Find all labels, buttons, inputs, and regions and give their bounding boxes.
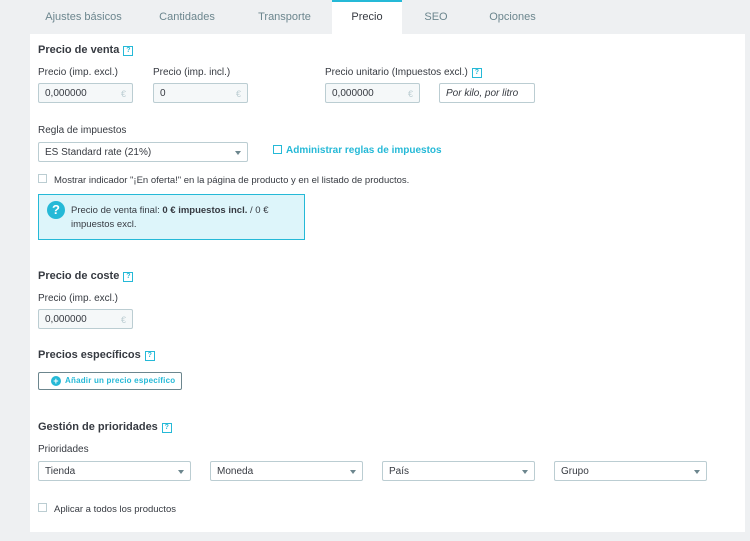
- priority-select-1[interactable]: Tienda: [38, 461, 191, 481]
- cost-price-title: Precio de coste: [38, 270, 120, 282]
- chevron-down-icon: [522, 470, 528, 474]
- price-tax-incl-value: 0: [160, 88, 166, 99]
- sale-price-heading: Precio de venta?: [38, 44, 134, 56]
- apply-all-label: Aplicar a todos los productos: [54, 504, 176, 515]
- final-price-text: Precio de venta final: 0 € impuestos inc…: [71, 204, 296, 232]
- price-tax-excl-label: Precio (imp. excl.): [38, 67, 119, 78]
- price-tax-incl-input[interactable]: 0 €: [153, 83, 248, 103]
- on-sale-checkbox-row[interactable]: Mostrar indicador "¡En oferta!" en la pá…: [38, 174, 409, 186]
- on-sale-checkbox[interactable]: [38, 174, 47, 183]
- priority-select-4[interactable]: Grupo: [554, 461, 707, 481]
- price-panel: Precio de venta? Precio (imp. excl.) 0,0…: [30, 34, 745, 532]
- price-tax-incl-label: Precio (imp. incl.): [153, 67, 231, 78]
- final-price-incl: 0 € impuestos incl.: [162, 205, 248, 216]
- price-tax-excl-value: 0,000000: [45, 88, 87, 99]
- tab-opciones[interactable]: Opciones: [470, 0, 555, 34]
- specific-prices-heading: Precios específicos?: [38, 349, 155, 361]
- apply-all-checkbox-row[interactable]: Aplicar a todos los productos: [38, 503, 176, 515]
- manage-tax-rules-text: Administrar reglas de impuestos: [286, 145, 442, 156]
- unit-price-heading: Precio unitario (Impuestos excl.)?: [325, 67, 482, 78]
- sale-price-title: Precio de venta: [38, 44, 120, 56]
- tab-precio[interactable]: Precio: [332, 0, 402, 35]
- add-specific-price-label: Añadir un precio específico: [65, 376, 176, 385]
- priority-select-value: País: [389, 466, 410, 477]
- tax-rule-select[interactable]: ES Standard rate (21%): [38, 142, 248, 162]
- specific-prices-title: Precios específicos: [38, 349, 141, 361]
- priorities-title: Gestión de prioridades: [38, 421, 158, 433]
- help-icon[interactable]: ?: [144, 351, 155, 361]
- help-icon[interactable]: ?: [123, 46, 134, 56]
- tab-cantidades[interactable]: Cantidades: [137, 0, 237, 34]
- help-icon[interactable]: ?: [471, 68, 482, 78]
- external-link-icon: [273, 145, 282, 154]
- unit-price-value: 0,000000: [332, 88, 374, 99]
- help-icon[interactable]: ?: [161, 423, 172, 433]
- plus-circle-icon: +: [51, 376, 61, 386]
- add-specific-price-button[interactable]: + Añadir un precio específico: [38, 372, 182, 390]
- currency-symbol: €: [235, 89, 241, 99]
- tab-transporte[interactable]: Transporte: [237, 0, 332, 34]
- chevron-down-icon: [178, 470, 184, 474]
- unit-price-input[interactable]: 0,000000 €: [325, 83, 420, 103]
- chevron-down-icon: [350, 470, 356, 474]
- priority-select-value: Grupo: [561, 466, 589, 477]
- priority-select-3[interactable]: País: [382, 461, 535, 481]
- tax-rule-label: Regla de impuestos: [38, 125, 127, 136]
- priorities-label: Prioridades: [38, 444, 89, 455]
- priority-select-2[interactable]: Moneda: [210, 461, 363, 481]
- chevron-down-icon: [694, 470, 700, 474]
- currency-symbol: €: [407, 89, 413, 99]
- priority-select-value: Moneda: [217, 466, 254, 477]
- priority-select-value: Tienda: [45, 466, 76, 477]
- tab-seo[interactable]: SEO: [402, 0, 470, 34]
- help-icon[interactable]: ?: [123, 272, 134, 282]
- tab-ajustes-basicos[interactable]: Ajustes básicos: [30, 0, 137, 34]
- tax-rule-selected: ES Standard rate (21%): [45, 147, 152, 158]
- on-sale-label: Mostrar indicador "¡En oferta!" en la pá…: [54, 175, 410, 186]
- currency-symbol: €: [120, 315, 126, 325]
- currency-symbol: €: [120, 89, 126, 99]
- price-tax-excl-input[interactable]: 0,000000 €: [38, 83, 133, 103]
- unit-type-input[interactable]: Por kilo, por litro: [439, 83, 535, 103]
- final-price-alert: ? Precio de venta final: 0 € impuestos i…: [38, 194, 305, 240]
- manage-tax-rules-link[interactable]: Administrar reglas de impuestos: [273, 145, 442, 156]
- product-tabs: Ajustes básicos Cantidades Transporte Pr…: [30, 0, 745, 35]
- unit-price-label: Precio unitario (Impuestos excl.): [325, 67, 468, 78]
- cost-price-heading: Precio de coste?: [38, 270, 134, 282]
- priorities-heading: Gestión de prioridades?: [38, 421, 172, 433]
- unit-type-placeholder: Por kilo, por litro: [446, 88, 519, 99]
- final-price-prefix: Precio de venta final:: [71, 205, 163, 216]
- cost-price-value: 0,000000: [45, 314, 87, 325]
- apply-all-checkbox[interactable]: [38, 503, 47, 512]
- cost-price-input[interactable]: 0,000000 €: [38, 309, 133, 329]
- cost-price-label: Precio (imp. excl.): [38, 293, 119, 304]
- chevron-down-icon: [235, 151, 241, 155]
- question-icon: ?: [47, 201, 65, 219]
